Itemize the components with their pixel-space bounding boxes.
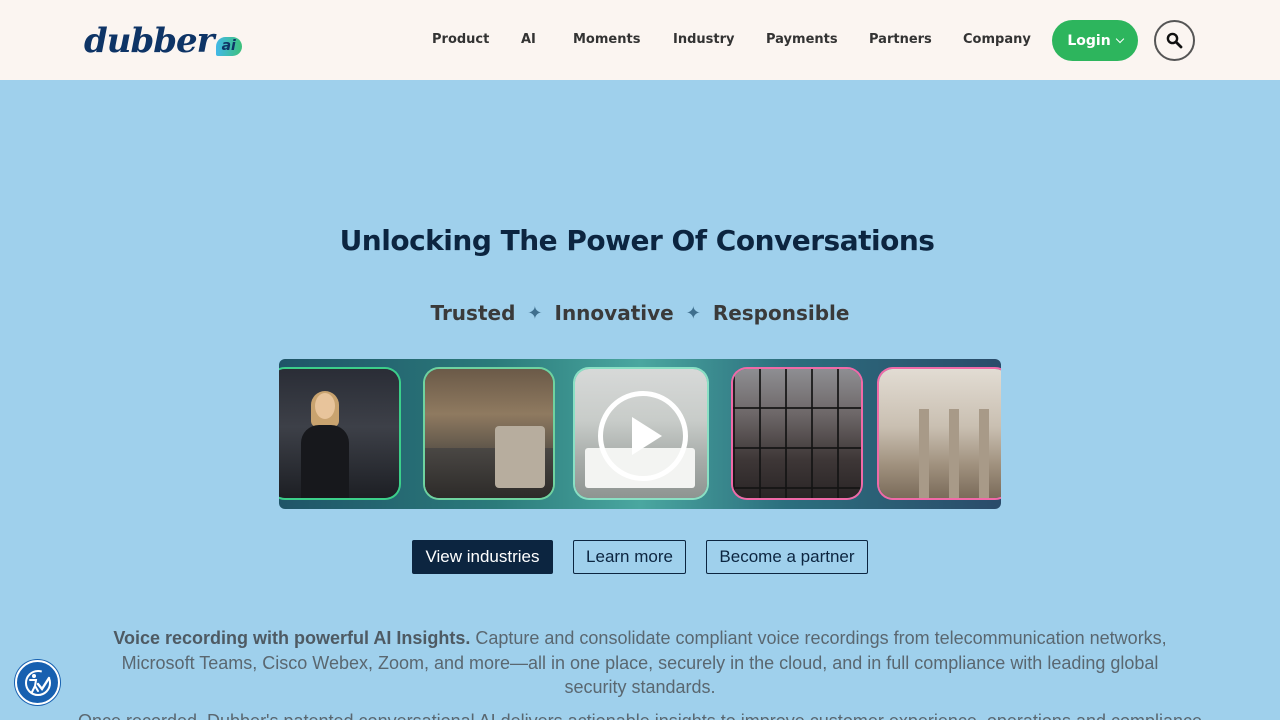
login-label: Login xyxy=(1067,32,1111,49)
intro-paragraph-2: Once recorded, Dubber's patented convers… xyxy=(60,711,1220,720)
value-innovative: Innovative xyxy=(554,301,674,325)
site-header: dubber ai Product AI Moments Industry Pa… xyxy=(0,0,1280,80)
accessibility-icon xyxy=(24,669,51,696)
video-tile-woman xyxy=(279,369,399,498)
value-tagline: Trusted ✦ Innovative ✦ Responsible xyxy=(0,301,1280,325)
hero-video-player[interactable] xyxy=(279,359,1001,509)
value-responsible: Responsible xyxy=(712,301,850,325)
search-icon xyxy=(1166,32,1183,49)
accessibility-button[interactable] xyxy=(15,660,60,705)
nav-item-product[interactable]: Product xyxy=(432,32,489,47)
sparkle-icon: ✦ xyxy=(685,302,701,324)
logo-ai-badge: ai xyxy=(215,37,242,56)
chevron-down-icon xyxy=(1115,34,1124,43)
play-icon[interactable] xyxy=(598,391,688,481)
nav-item-ai[interactable]: AI xyxy=(521,32,536,47)
search-button[interactable] xyxy=(1154,20,1195,61)
intro-paragraph: Voice recording with powerful AI Insight… xyxy=(100,626,1180,700)
nav-item-industry[interactable]: Industry xyxy=(673,32,735,47)
become-partner-button[interactable]: Become a partner xyxy=(706,540,868,574)
nav-item-payments[interactable]: Payments xyxy=(766,32,838,47)
hero-title: Unlocking The Power Of Conversations xyxy=(339,224,935,257)
video-tile-window xyxy=(733,369,861,498)
nav-item-partners[interactable]: Partners xyxy=(869,32,932,47)
dubber-logo[interactable]: dubber ai xyxy=(84,20,242,60)
view-industries-button[interactable]: View industries xyxy=(412,540,553,574)
nav-item-moments[interactable]: Moments xyxy=(573,32,640,47)
learn-more-button[interactable]: Learn more xyxy=(573,540,686,574)
logo-wordmark: dubber xyxy=(84,21,215,61)
sparkle-icon: ✦ xyxy=(527,302,543,324)
intro-lead: Voice recording with powerful AI Insight… xyxy=(113,628,471,648)
video-tile-building xyxy=(879,369,1001,498)
nav-item-company[interactable]: Company xyxy=(963,32,1031,47)
video-tile-street xyxy=(425,369,553,498)
value-trusted: Trusted xyxy=(430,301,516,325)
login-button[interactable]: Login xyxy=(1052,20,1138,61)
